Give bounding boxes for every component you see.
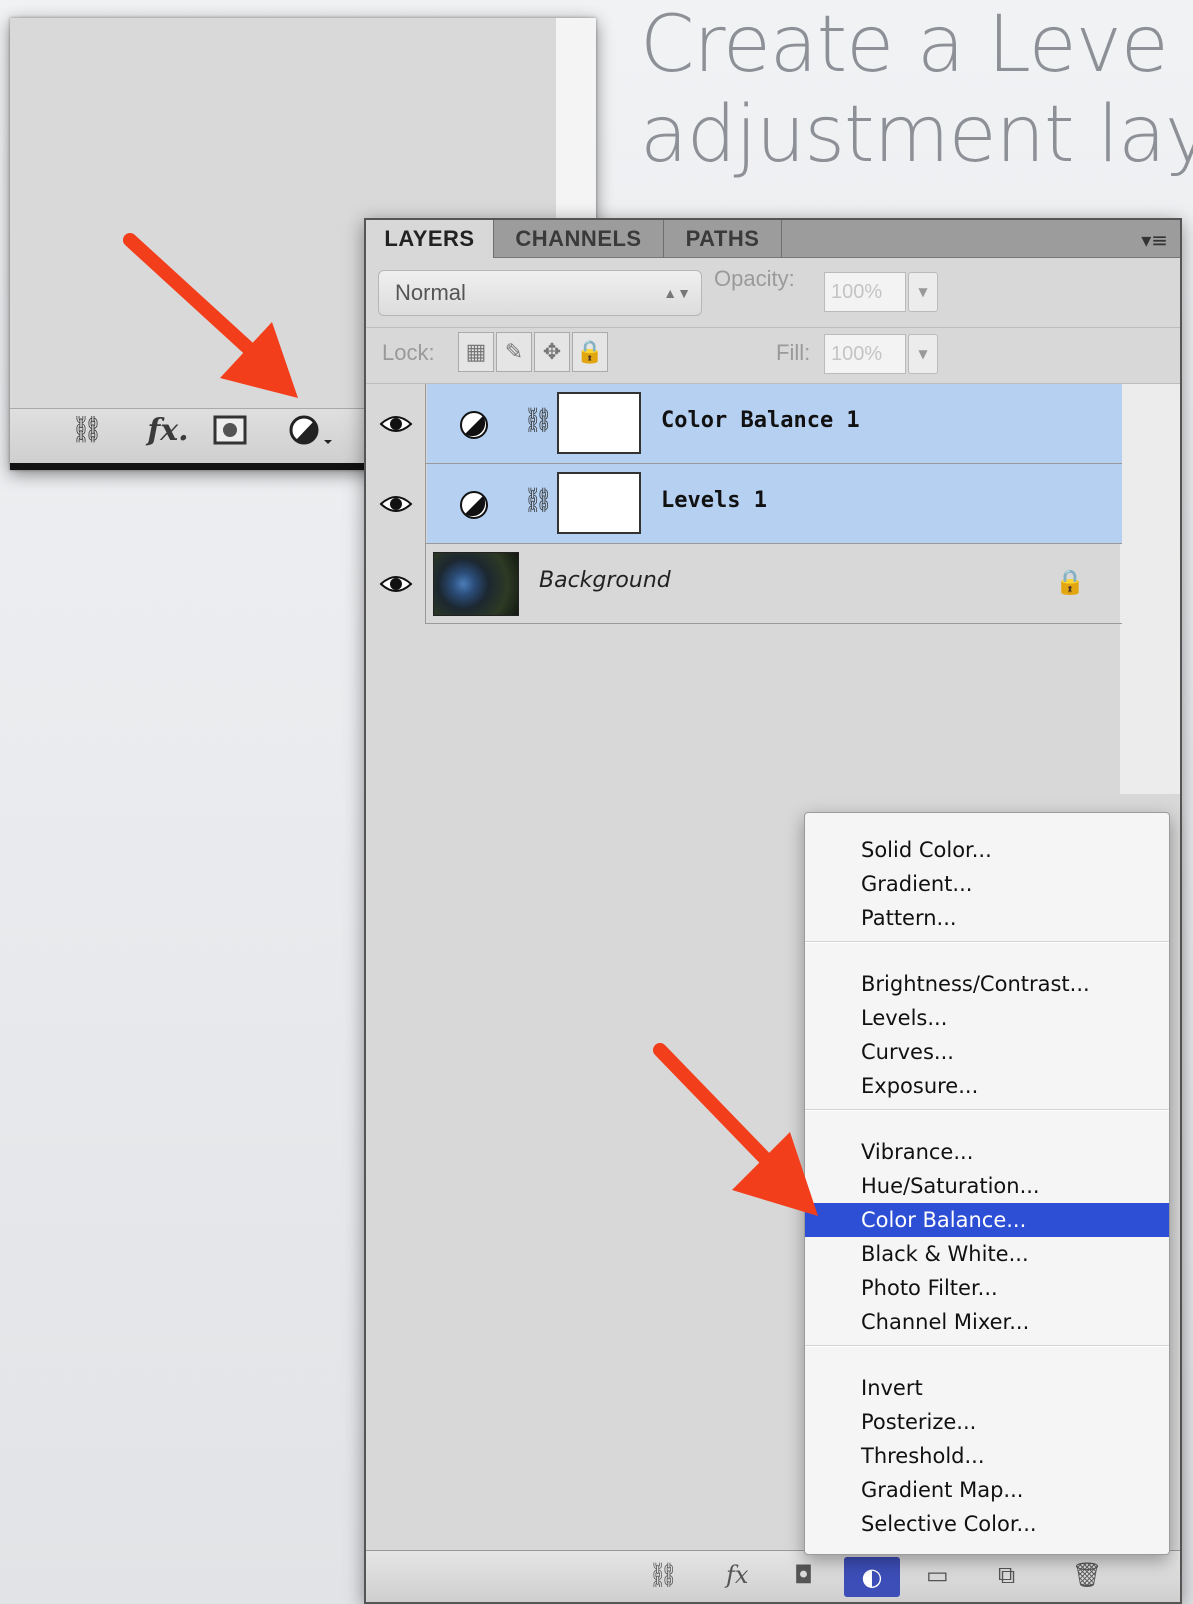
- fill-dropdown-button[interactable]: ▼: [908, 334, 938, 374]
- layer-mask-thumbnail[interactable]: [557, 392, 641, 454]
- menu-item-pattern[interactable]: Pattern...: [805, 901, 1169, 935]
- menu-item-black-white[interactable]: Black & White...: [805, 1237, 1169, 1271]
- lock-all-button[interactable]: 🔒: [572, 332, 608, 372]
- menu-item-vibrance[interactable]: Vibrance...: [805, 1135, 1169, 1169]
- menu-item-exposure[interactable]: Exposure...: [805, 1069, 1169, 1103]
- layer-name: Background: [539, 568, 671, 593]
- adjustment-layer-menu: Solid Color... Gradient... Pattern... Br…: [804, 812, 1170, 1555]
- opacity-label: Opacity:: [714, 266, 795, 291]
- link-layers-icon[interactable]: ⛓: [648, 1561, 678, 1589]
- opacity-dropdown-button[interactable]: ▼: [908, 272, 938, 312]
- visibility-eye-icon[interactable]: [366, 384, 426, 464]
- layer-row-color-balance[interactable]: ⛓ Color Balance 1: [366, 384, 1122, 464]
- link-layers-icon[interactable]: ⛓: [62, 410, 112, 450]
- menu-item-posterize[interactable]: Posterize...: [805, 1405, 1169, 1439]
- layer-mask-icon[interactable]: ◘: [794, 1561, 813, 1589]
- link-glyph: ⛓: [70, 415, 104, 445]
- menu-item-channel-mixer[interactable]: Channel Mixer...: [805, 1305, 1169, 1339]
- panel-menu-icon[interactable]: ▾≡: [1141, 228, 1168, 252]
- new-layer-icon[interactable]: ⧉: [998, 1561, 1015, 1589]
- layer-row-background[interactable]: Background 🔒: [366, 544, 1122, 624]
- layer-mask-thumbnail[interactable]: [557, 472, 641, 534]
- menu-item-gradient-map[interactable]: Gradient Map...: [805, 1473, 1169, 1507]
- menu-item-hue-saturation[interactable]: Hue/Saturation...: [805, 1169, 1169, 1203]
- visibility-eye-icon[interactable]: [366, 544, 426, 624]
- red-arrow-menu: [653, 1043, 818, 1216]
- menu-item-photo-filter[interactable]: Photo Filter...: [805, 1271, 1169, 1305]
- tab-paths[interactable]: PATHS: [664, 220, 782, 258]
- layer-lock-icon: 🔒: [1055, 568, 1085, 596]
- layer-row-body[interactable]: ⛓ Levels 1: [427, 464, 1122, 543]
- tab-channels[interactable]: CHANNELS: [494, 220, 664, 258]
- layer-row-body[interactable]: Background 🔒: [427, 544, 1122, 623]
- trash-icon[interactable]: 🗑: [1072, 1561, 1102, 1589]
- lock-position-button[interactable]: ✥: [534, 332, 570, 372]
- blend-options-row: Normal ▲▼ Opacity: 100% ▼: [366, 258, 1180, 328]
- menu-item-gradient[interactable]: Gradient...: [805, 867, 1169, 901]
- lock-options-row: Lock: ▦ ✎ ✥ 🔒 Fill: 100% ▼: [366, 328, 1180, 384]
- menu-separator: [805, 1109, 1169, 1111]
- new-group-icon[interactable]: ▭: [926, 1561, 949, 1589]
- layer-row-levels[interactable]: ⛓ Levels 1: [366, 464, 1122, 544]
- fx-glyph: fx.: [147, 412, 189, 448]
- layer-mask-icon[interactable]: [208, 410, 252, 450]
- adjustment-layer-icon[interactable]: ◐: [844, 1557, 900, 1597]
- red-arrow-toolbar: [123, 233, 298, 398]
- fill-field[interactable]: 100%: [824, 334, 906, 374]
- menu-separator: [805, 941, 1169, 943]
- headline-line-1: Create a Leve: [640, 0, 1169, 90]
- menu-separator: [805, 1345, 1169, 1347]
- fx-icon[interactable]: fx.: [138, 410, 198, 450]
- opacity-field[interactable]: 100%: [824, 272, 906, 312]
- menu-item-brightness-contrast[interactable]: Brightness/Contrast...: [805, 967, 1169, 1001]
- menu-item-levels[interactable]: Levels...: [805, 1001, 1169, 1035]
- lock-transparent-pixels-button[interactable]: ▦: [458, 332, 494, 372]
- lock-label: Lock:: [382, 340, 435, 365]
- layers-scrollbar[interactable]: [1120, 384, 1180, 794]
- menu-item-curves[interactable]: Curves...: [805, 1035, 1169, 1069]
- mask-link-icon[interactable]: ⛓: [523, 486, 553, 514]
- layer-name: Color Balance 1: [661, 408, 860, 433]
- blend-mode-value: Normal: [395, 280, 466, 305]
- mask-link-icon[interactable]: ⛓: [523, 406, 553, 434]
- menu-item-invert[interactable]: Invert: [805, 1371, 1169, 1405]
- select-arrows-icon: ▲▼: [663, 285, 691, 301]
- panel-tabs: LAYERS CHANNELS PATHS ▾≡: [366, 220, 1180, 258]
- adjustment-layer-icon: [460, 491, 488, 519]
- headline-line-2: adjustment lay: [640, 90, 1193, 180]
- layer-name: Levels 1: [661, 488, 767, 513]
- menu-item-solid-color[interactable]: Solid Color...: [805, 833, 1169, 867]
- fill-label: Fill:: [776, 340, 811, 365]
- menu-item-selective-color[interactable]: Selective Color...: [805, 1507, 1169, 1541]
- menu-item-threshold[interactable]: Threshold...: [805, 1439, 1169, 1473]
- layer-row-body[interactable]: ⛓ Color Balance 1: [427, 384, 1122, 463]
- lock-image-pixels-button[interactable]: ✎: [496, 332, 532, 372]
- background-thumbnail: [433, 552, 519, 616]
- blend-mode-select[interactable]: Normal ▲▼: [378, 270, 702, 316]
- adjustment-layer-icon: [460, 411, 488, 439]
- fx-icon[interactable]: fx: [726, 1561, 748, 1589]
- panel-bottom-toolbar: ⛓ fx ◘ ◐ ▭ ⧉ 🗑: [366, 1550, 1180, 1602]
- menu-item-color-balance[interactable]: Color Balance...: [805, 1203, 1169, 1237]
- tab-layers[interactable]: LAYERS: [366, 220, 494, 258]
- adjustment-layer-icon[interactable]: [280, 410, 340, 450]
- slide-headline: Create a Leve adjustment lay: [640, 0, 1193, 180]
- visibility-eye-icon[interactable]: [366, 464, 426, 544]
